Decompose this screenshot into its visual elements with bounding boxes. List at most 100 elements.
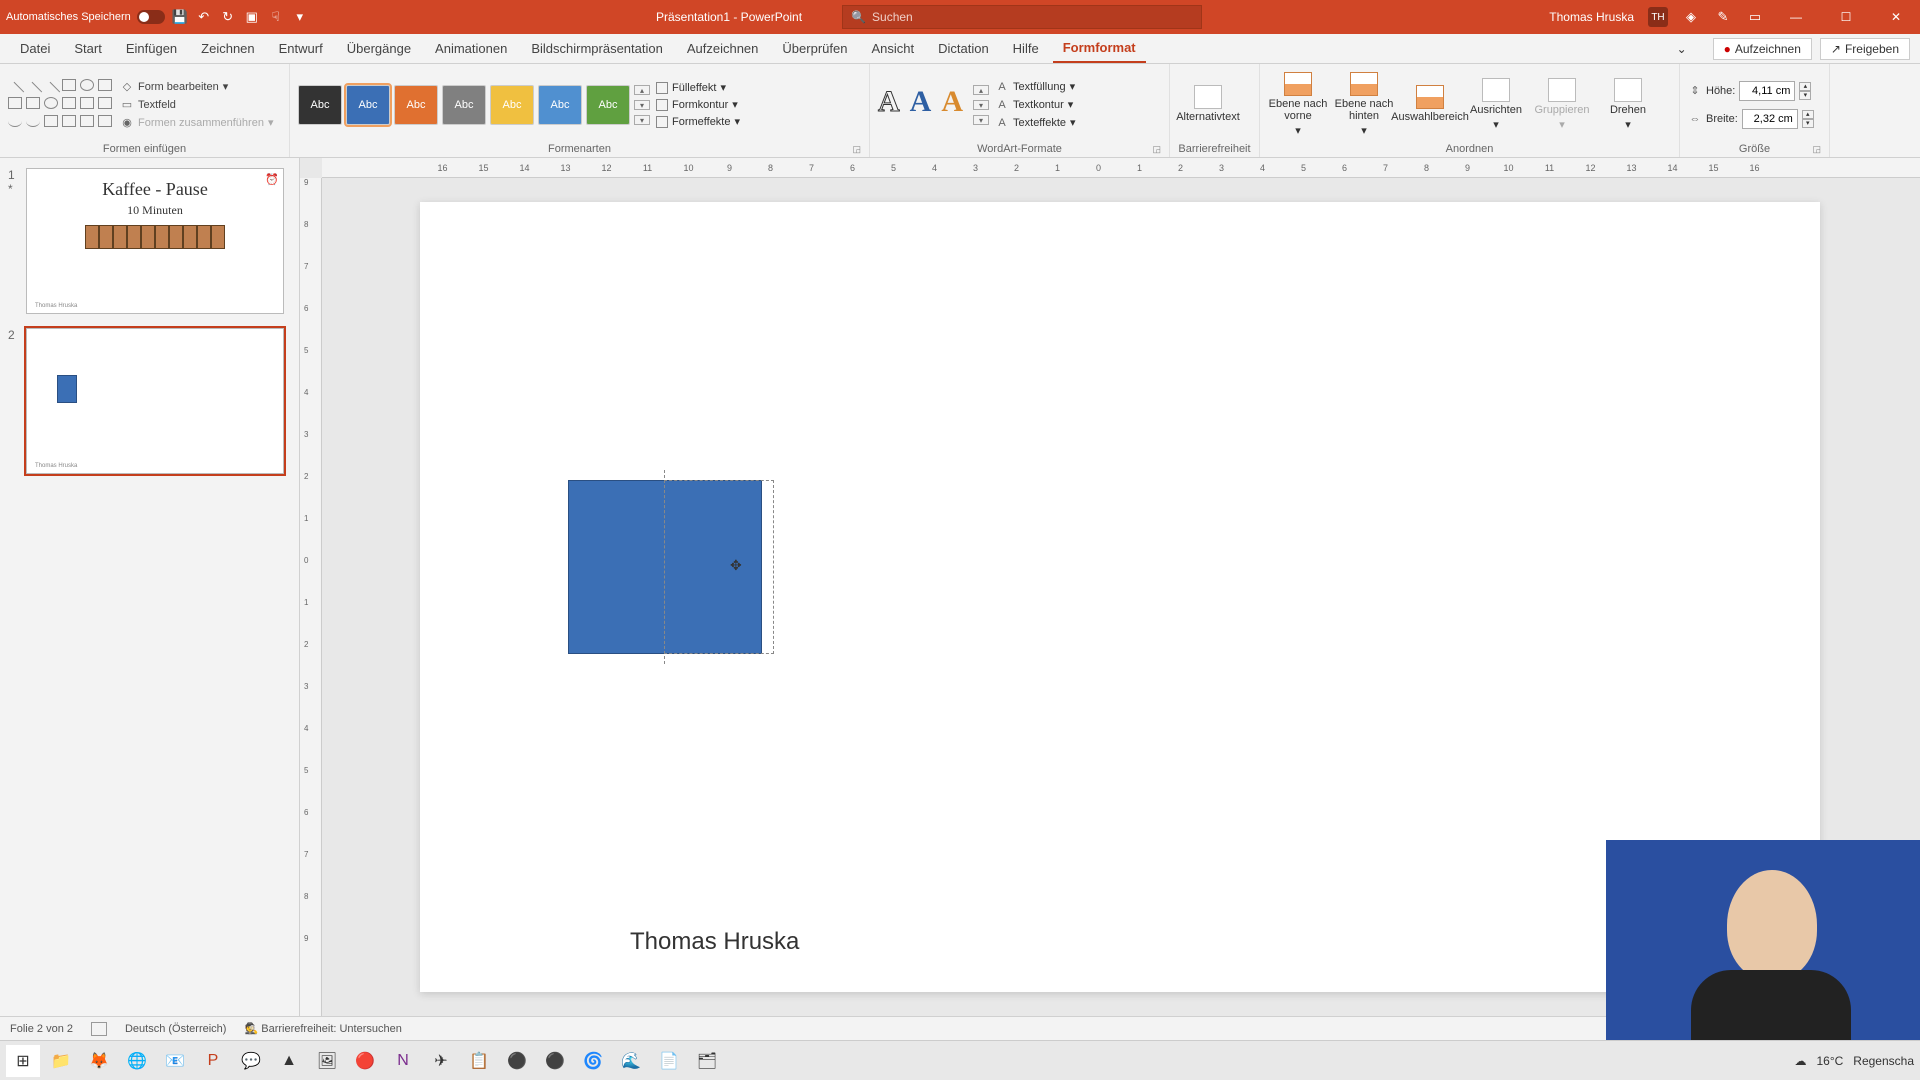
tab-uebergaenge[interactable]: Übergänge — [337, 35, 421, 62]
launcher-icon[interactable]: ◲ — [852, 144, 861, 155]
tab-einfuegen[interactable]: Einfügen — [116, 35, 187, 62]
outline-button[interactable]: Formkontur▾ — [656, 98, 740, 111]
app-icon[interactable]: 🌀 — [576, 1045, 610, 1077]
alt-text-button[interactable]: Alternativtext — [1178, 85, 1238, 123]
style-yellow[interactable]: Abc — [490, 85, 534, 125]
height-input[interactable] — [1739, 81, 1795, 101]
powerpoint-icon[interactable]: P — [196, 1045, 230, 1077]
office-icon[interactable] — [91, 1022, 107, 1036]
app-icon[interactable]: 🖼 — [310, 1045, 344, 1077]
shape-styles-gallery[interactable]: Abc Abc Abc Abc Abc Abc Abc ▴▾▾ — [298, 85, 650, 125]
edge-icon[interactable]: 🌊 — [614, 1045, 648, 1077]
maximize-button[interactable]: ☐ — [1828, 5, 1864, 29]
tab-dictation[interactable]: Dictation — [928, 35, 999, 62]
wordart-more-button[interactable]: ▴▾▾ — [973, 85, 989, 125]
slide-thumbnail-2[interactable]: 2 Thomas Hruska — [8, 328, 291, 474]
slide-counter[interactable]: Folie 2 von 2 — [10, 1023, 73, 1035]
tab-ansicht[interactable]: Ansicht — [861, 35, 924, 62]
toggle-switch-icon[interactable] — [137, 10, 165, 24]
tab-ueberpruefen[interactable]: Überprüfen — [772, 35, 857, 62]
vlc-icon[interactable]: ▲ — [272, 1045, 306, 1077]
rotate-button[interactable]: Drehen▾ — [1598, 78, 1658, 130]
collapse-ribbon-icon[interactable]: ⌄ — [1671, 38, 1693, 60]
close-button[interactable]: ✕ — [1878, 5, 1914, 29]
width-spinner[interactable]: ▴▾ — [1802, 110, 1814, 128]
selection-pane-button[interactable]: Auswahlbereich — [1400, 85, 1460, 123]
minimize-button[interactable]: — — [1778, 5, 1814, 29]
diamond-icon[interactable]: ◈ — [1682, 8, 1700, 26]
height-spinner[interactable]: ▴▾ — [1799, 82, 1811, 100]
app-icon[interactable]: 💬 — [234, 1045, 268, 1077]
slide-thumbnail-1[interactable]: 1* Kaffee - Pause 10 Minuten ⏰ Thomas Hr… — [8, 168, 291, 314]
record-button[interactable]: ● Aufzeichnen — [1713, 38, 1812, 60]
text-outline-button[interactable]: ATextkontur▾ — [995, 98, 1076, 112]
app-icon[interactable]: 🗂 — [690, 1045, 724, 1077]
onenote-icon[interactable]: N — [386, 1045, 420, 1077]
redo-icon[interactable]: ↻ — [219, 8, 237, 26]
style-more-button[interactable]: ▴▾▾ — [634, 85, 650, 125]
tab-bildschirm[interactable]: Bildschirmpräsentation — [521, 35, 673, 62]
style-blue[interactable]: Abc — [346, 85, 390, 125]
start-button[interactable]: ⊞ — [6, 1045, 40, 1077]
tab-zeichnen[interactable]: Zeichnen — [191, 35, 264, 62]
present-icon[interactable]: ▣ — [243, 8, 261, 26]
outlook-icon[interactable]: 📧 — [158, 1045, 192, 1077]
slide-thumbnails-panel[interactable]: 1* Kaffee - Pause 10 Minuten ⏰ Thomas Hr… — [0, 158, 300, 1016]
firefox-icon[interactable]: 🦊 — [82, 1045, 116, 1077]
save-icon[interactable]: 💾 — [171, 8, 189, 26]
style-black[interactable]: Abc — [298, 85, 342, 125]
style-lblue[interactable]: Abc — [538, 85, 582, 125]
touch-icon[interactable]: ☟ — [267, 8, 285, 26]
tab-formformat[interactable]: Formformat — [1053, 34, 1146, 63]
style-orange[interactable]: Abc — [394, 85, 438, 125]
language-label[interactable]: Deutsch (Österreich) — [125, 1023, 226, 1035]
pen-icon[interactable]: ✎ — [1714, 8, 1732, 26]
app-icon[interactable]: 📋 — [462, 1045, 496, 1077]
tab-datei[interactable]: Datei — [10, 35, 60, 62]
fill-effect-button[interactable]: Fülleffekt▾ — [656, 81, 740, 94]
weather-temp[interactable]: 16°C — [1816, 1054, 1843, 1068]
app-icon[interactable]: 🔴 — [348, 1045, 382, 1077]
send-backward-button[interactable]: Ebene nach hinten▾ — [1334, 72, 1394, 136]
text-effects-button[interactable]: ATexteffekte▾ — [995, 116, 1076, 130]
window-icon[interactable]: ▭ — [1746, 8, 1764, 26]
app-icon[interactable]: 📄 — [652, 1045, 686, 1077]
accessibility-label[interactable]: 🕵 Barrierefreiheit: Untersuchen — [244, 1022, 401, 1035]
wordart-orange[interactable]: A — [941, 85, 963, 125]
user-avatar[interactable]: TH — [1648, 7, 1668, 27]
tab-animationen[interactable]: Animationen — [425, 35, 517, 62]
weather-icon[interactable]: ☁ — [1794, 1054, 1806, 1068]
style-green[interactable]: Abc — [586, 85, 630, 125]
align-button[interactable]: Ausrichten▾ — [1466, 78, 1526, 130]
wordart-gallery[interactable]: A A A ▴▾▾ — [878, 85, 989, 125]
qat-more-icon[interactable]: ▾ — [291, 8, 309, 26]
autosave-toggle[interactable]: Automatisches Speichern — [6, 10, 165, 24]
textbox-button[interactable]: ▭Textfeld — [120, 98, 273, 112]
tab-aufzeichnen[interactable]: Aufzeichnen — [677, 35, 769, 62]
width-input[interactable] — [1742, 109, 1798, 129]
edit-shape-button[interactable]: ◇Form bearbeiten▾ — [120, 80, 273, 94]
obs-icon[interactable]: ⚫ — [500, 1045, 534, 1077]
effects-button[interactable]: Formeffekte▾ — [656, 115, 740, 128]
width-field[interactable]: ⇔ Breite: ▴▾ — [1688, 109, 1814, 129]
app-icon[interactable]: ⚫ — [538, 1045, 572, 1077]
undo-icon[interactable]: ↶ — [195, 8, 213, 26]
share-button[interactable]: ↗ Freigeben — [1820, 38, 1910, 60]
bring-forward-button[interactable]: Ebene nach vorne▾ — [1268, 72, 1328, 136]
weather-cond[interactable]: Regenscha — [1853, 1054, 1914, 1068]
text-fill-button[interactable]: ATextfüllung▾ — [995, 80, 1076, 94]
explorer-icon[interactable]: 📁 — [44, 1045, 78, 1077]
telegram-icon[interactable]: ✈ — [424, 1045, 458, 1077]
tab-entwurf[interactable]: Entwurf — [269, 35, 333, 62]
wordart-blue[interactable]: A — [910, 85, 932, 125]
shapes-gallery[interactable] — [8, 79, 114, 131]
search-input[interactable]: 🔍 Suchen — [842, 5, 1202, 29]
launcher-icon[interactable]: ◲ — [1812, 144, 1821, 155]
slide-footer-text[interactable]: Thomas Hruska — [630, 928, 799, 956]
style-gray[interactable]: Abc — [442, 85, 486, 125]
chrome-icon[interactable]: 🌐 — [120, 1045, 154, 1077]
tab-start[interactable]: Start — [64, 35, 111, 62]
wordart-outline[interactable]: A — [878, 85, 900, 125]
launcher-icon[interactable]: ◲ — [1152, 144, 1161, 155]
height-field[interactable]: ⇕ Höhe: ▴▾ — [1688, 81, 1814, 101]
